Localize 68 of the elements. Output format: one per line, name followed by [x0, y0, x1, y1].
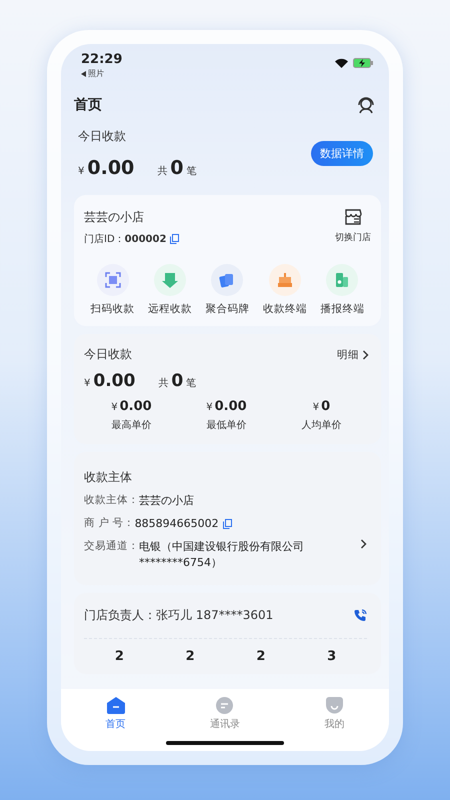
action-label[interactable]: 播报终端 — [320, 302, 364, 316]
info-value: 芸芸の小店 — [139, 493, 194, 509]
store-id-label: 门店ID： — [84, 232, 125, 246]
details-link[interactable]: 明细 — [337, 348, 369, 362]
chevron-icon — [360, 538, 367, 549]
info-value: 885894665002 — [134, 516, 219, 532]
info-label: 收款主体： — [84, 493, 139, 507]
count-unit: 笔 — [186, 165, 196, 178]
copy-icon — [222, 518, 232, 529]
section-title: 今日收款 — [78, 128, 126, 145]
wifi-icon — [335, 58, 348, 68]
count-value: 2 — [256, 648, 266, 664]
tab[interactable]: 我的 — [280, 697, 389, 731]
count: 0 — [171, 371, 184, 391]
phone-icon[interactable] — [354, 608, 367, 622]
count-prefix: 共 — [157, 164, 168, 178]
currency-sign: ¥ — [111, 402, 118, 413]
count-unit: 笔 — [186, 377, 196, 390]
currency-sign: ¥ — [78, 166, 84, 177]
cash-register-icon — [268, 264, 301, 296]
battery-icon — [353, 58, 373, 68]
support-icon[interactable] — [357, 96, 375, 114]
status-time: 22:29 — [81, 52, 122, 67]
section-title: 收款主体 — [84, 470, 132, 484]
manager-info: 门店负责人：张巧儿 187****3601 — [84, 606, 274, 624]
action-label[interactable]: 远程收款 — [148, 302, 192, 316]
amount: 0.00 — [93, 371, 136, 391]
stat-value: 0.00 — [214, 399, 247, 414]
info-label: 商 户 号： — [84, 516, 135, 530]
currency-sign: ¥ — [312, 402, 320, 413]
action-label[interactable]: 收款终端 — [262, 302, 307, 316]
back-link[interactable]: 照片 — [88, 68, 104, 79]
count-prefix: 共 — [158, 376, 168, 390]
currency-sign: ¥ — [84, 378, 90, 389]
cards-icon — [211, 264, 244, 296]
action-label[interactable]: 聚合码牌 — [205, 302, 250, 316]
chat-icon — [216, 697, 234, 714]
info-label: 交易通道： — [84, 538, 139, 553]
stat-label: 人均单价 — [302, 418, 342, 432]
stat-label: 最高单价 — [112, 418, 152, 432]
stat-value: 0 — [321, 399, 330, 414]
profile-icon — [326, 697, 343, 714]
count: 0 — [170, 157, 184, 179]
tab[interactable]: 首页 — [61, 697, 170, 731]
count-value: 3 — [327, 648, 336, 664]
home-icon — [106, 697, 125, 714]
switch-store-link[interactable]: 切换门店 — [335, 231, 371, 244]
action-label[interactable]: 扫码收款 — [90, 302, 135, 316]
currency-sign: ¥ — [206, 402, 213, 413]
store-id: 000002 — [124, 234, 166, 244]
section-title: 今日收款 — [84, 346, 132, 363]
back-arrow-icon — [81, 70, 86, 76]
store-switch-icon[interactable] — [344, 209, 362, 225]
download-icon — [154, 264, 186, 296]
info-value: 电银（中国建设银行股份有限公司 ********6754） — [139, 538, 305, 571]
chevron-icon — [362, 350, 369, 360]
scan-icon — [96, 264, 129, 296]
count-value: 2 — [186, 648, 195, 664]
stat-value: 0.00 — [120, 399, 152, 414]
data-details-button[interactable]: 数据详情 — [311, 141, 373, 166]
count-value: 2 — [114, 648, 124, 664]
amount: 0.00 — [87, 157, 134, 179]
page-title: 首页 — [74, 96, 102, 114]
tab[interactable]: 通讯录 — [170, 697, 280, 731]
speaker-icon — [326, 264, 358, 296]
copy-icon — [170, 234, 180, 244]
stat-label: 最低单价 — [206, 418, 246, 432]
store-name: 芸芸の小店 — [84, 209, 144, 226]
